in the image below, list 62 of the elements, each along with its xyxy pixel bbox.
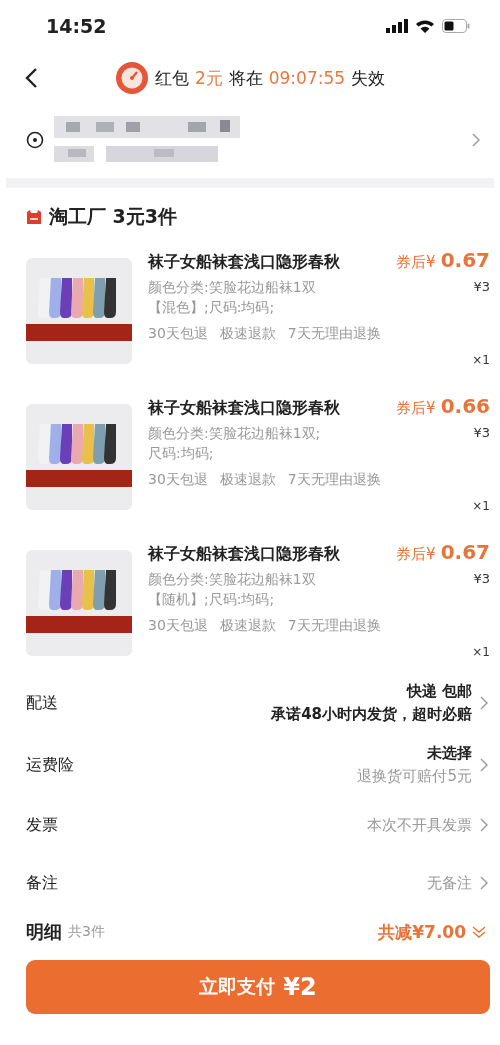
- stopwatch-icon: [114, 61, 149, 95]
- back-icon[interactable]: [24, 67, 38, 89]
- service-tag: 极速退款: [219, 325, 276, 343]
- shop-name: 淘工厂 3元3件: [49, 204, 178, 229]
- coupon-price: 0.67: [440, 248, 490, 272]
- service-tag: 极速退款: [219, 617, 276, 635]
- price-label: 券后¥: [396, 399, 436, 417]
- product-spec: 颜色分类:笑脸花边船袜1双;: [148, 424, 321, 443]
- coupon-amount: 2元: [194, 66, 223, 90]
- item-count: 共3件: [68, 923, 105, 941]
- row-value: 快递 包邮: [405, 681, 472, 702]
- chevron-icon[interactable]: [472, 133, 480, 147]
- header-text: 将在: [228, 66, 263, 90]
- quantity: ×1: [472, 645, 490, 659]
- service-tag: 极速退款: [219, 471, 276, 489]
- row-value: 本次不开具发票: [367, 814, 472, 836]
- row-value: 承诺48小时内发货，超时必赔: [271, 704, 472, 725]
- price-label: 券后¥: [396, 545, 436, 563]
- product-spec: 【随机】;尺码:均码;: [148, 590, 276, 609]
- service-tag: 7天无理由退换: [287, 617, 381, 635]
- product-spec: 颜色分类:笑脸花边船袜1双: [148, 570, 316, 589]
- product-spec: 颜色分类:笑脸花边船袜1双: [148, 278, 316, 297]
- product-title[interactable]: 袜子女船袜套浅口隐形春秋: [148, 398, 340, 419]
- service-tag: 7天无理由退换: [287, 325, 381, 343]
- row-label: 发票: [26, 814, 58, 836]
- wifi-icon: [415, 19, 435, 33]
- quantity: ×1: [472, 353, 490, 367]
- chevron-icon[interactable]: [480, 876, 488, 890]
- quantity: ×1: [472, 499, 490, 513]
- countdown-timer: 09:07:55: [268, 68, 346, 88]
- location-icon: [26, 131, 44, 149]
- service-tag: 30天包退: [148, 617, 208, 635]
- price-label: 券后¥: [396, 253, 436, 271]
- header-text: 红包: [154, 66, 189, 90]
- chevron-icon[interactable]: [480, 758, 488, 772]
- product-spec: 尺码:均码;: [148, 444, 215, 463]
- original-price: ¥3: [473, 570, 490, 588]
- row-label: 配送: [26, 692, 58, 714]
- product-spec: 【混色】;尺码:均码;: [148, 298, 276, 317]
- status-time: 14:52: [46, 15, 107, 37]
- service-tag: 7天无理由退换: [287, 471, 381, 489]
- signal-icon: [386, 19, 408, 33]
- chevron-icon[interactable]: [480, 818, 488, 832]
- shop-icon: [26, 209, 42, 225]
- row-value: 无备注: [427, 872, 472, 894]
- chevron-icon[interactable]: [480, 696, 488, 710]
- row-value: 未选择: [426, 743, 472, 764]
- product-title[interactable]: 袜子女船袜套浅口隐形春秋: [148, 544, 340, 565]
- battery-icon: [442, 19, 470, 33]
- product-title[interactable]: 袜子女船袜套浅口隐形春秋: [148, 252, 340, 273]
- row-value: 退换货可赔付5元: [357, 766, 472, 787]
- row-label: 运费险: [26, 754, 74, 776]
- original-price: ¥3: [473, 424, 490, 442]
- service-tag: 30天包退: [148, 325, 208, 343]
- row-label: 备注: [26, 872, 58, 894]
- service-tag: 30天包退: [148, 471, 208, 489]
- coupon-price: 0.66: [440, 394, 490, 418]
- header-text: 失效: [351, 66, 386, 90]
- expand-icon[interactable]: [472, 925, 486, 939]
- detail-label: 明细: [26, 920, 62, 944]
- original-price: ¥3: [473, 278, 490, 296]
- coupon-price: 0.67: [440, 540, 490, 564]
